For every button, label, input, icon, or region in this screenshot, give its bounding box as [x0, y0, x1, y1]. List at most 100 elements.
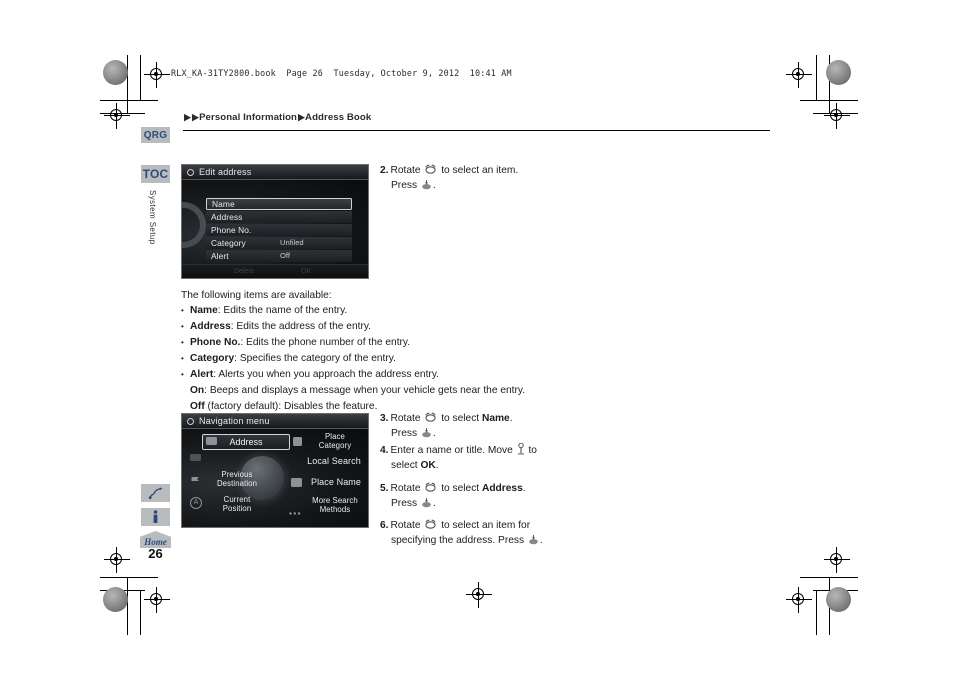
rotate-knob-icon [424, 482, 437, 493]
gear-icon [187, 168, 194, 176]
current-position-icon: A [190, 497, 202, 509]
bullet-term-address: Address [190, 321, 231, 332]
step-5-line2-post: . [432, 498, 436, 509]
step-2-number: 2. [380, 165, 389, 176]
color-dot-top-right [826, 60, 851, 85]
step-3-line1-pre: Rotate [390, 413, 424, 424]
step-6-line2-post: . [539, 535, 543, 546]
nav-item-current-position[interactable]: Current Position [206, 495, 268, 513]
edit-address-body: Name Address Phone No. Category Unfiled … [182, 180, 368, 278]
step-5-target: Address [481, 483, 523, 494]
registration-mark-bottom-right-outer [786, 587, 812, 613]
list-item: Alert: Alerts you when you approach the … [181, 367, 541, 415]
step-3-line2-pre: Press [391, 428, 420, 439]
step-3-target: Name [481, 413, 510, 424]
step-4-line2-pre: select [391, 460, 421, 471]
delete-button[interactable]: Delete [234, 268, 254, 275]
step-2-line2-post: . [432, 180, 436, 191]
info-icon[interactable] [141, 508, 170, 526]
step-5-line2-pre: Press [391, 498, 420, 509]
previous-destination-icon [190, 473, 202, 485]
edit-row-alert-label: Alert [211, 250, 229, 261]
bullet-term-category: Category [190, 353, 235, 364]
step-3-line1-post: . [509, 413, 513, 424]
edit-address-footer: Delete OK [182, 264, 368, 278]
edit-row-address[interactable]: Address [206, 211, 352, 223]
bullet-rest-category: : Specifies the category of the entry. [234, 353, 396, 364]
registration-mark-bottom-right [824, 547, 850, 573]
step-5-number: 5. [380, 483, 389, 494]
press-knob-icon [421, 497, 432, 508]
step-3-line1-mid: to select [438, 413, 482, 424]
registration-mark-top-right-outer [824, 103, 850, 129]
page-number: 26 [148, 546, 163, 561]
screenshot-navigation-menu: Navigation menu Address Place Category L… [181, 413, 369, 528]
edit-row-name[interactable]: Name [206, 198, 352, 210]
edit-row-phone[interactable]: Phone No. [206, 224, 352, 236]
step-4-target: OK [420, 460, 436, 471]
step-5-line1-pre: Rotate [390, 483, 424, 494]
nav-item-place-name[interactable]: Place Name [305, 477, 367, 487]
header-rule [183, 130, 770, 132]
local-search-icon [190, 454, 201, 461]
tab-qrg[interactable]: QRG [141, 127, 170, 143]
step-5: 5. Rotate to select Address. Press . [380, 481, 580, 511]
edit-row-category[interactable]: Category Unfiled [206, 237, 352, 249]
rotate-knob-icon [424, 519, 437, 530]
crop-line-top-left-h2 [100, 113, 145, 115]
intro-text: The following items are available: [181, 290, 332, 301]
bullet-term-name: Name [190, 305, 218, 316]
list-item: Phone No.: Edits the phone number of the… [181, 335, 541, 351]
bullet-term-phone: Phone No. [190, 337, 241, 348]
alert-off-rest: (factory default): Disables the feature. [204, 401, 378, 412]
step-2-line2-pre: Press [391, 180, 420, 191]
edit-row-name-label: Name [212, 198, 235, 209]
breadcrumb: ▶▶Personal Information▶Address Book [183, 112, 372, 123]
step-6-line1-pre: Rotate [390, 520, 424, 531]
edit-row-alert[interactable]: Alert Off [206, 250, 352, 262]
tab-toc[interactable]: TOC [141, 165, 170, 183]
list-item: Address: Edits the address of the entry. [181, 319, 541, 335]
bullet-rest-address: : Edits the address of the entry. [230, 321, 372, 332]
screenshot-edit-address: Edit address Name Address Phone No. Cate… [181, 164, 369, 279]
press-knob-icon [421, 427, 432, 438]
bullet-rest-alert: : Alerts you when you approach the addre… [213, 369, 439, 380]
step-5-line1-post: . [522, 483, 526, 494]
alert-on-term: On [190, 385, 205, 396]
address-icon [206, 437, 217, 445]
step-2-line1-pre: Rotate [390, 165, 424, 176]
nav-item-previous-destination[interactable]: Previous Destination [206, 470, 268, 488]
bullet-term-alert: Alert [190, 369, 214, 380]
book-file-stamp: RLX_KA-31TY2800.book Page 26 Tuesday, Oc… [171, 68, 512, 78]
edit-row-category-label: Category [211, 237, 246, 248]
registration-mark-bottom-left-outer [144, 587, 170, 613]
nav-item-address-label: Address [229, 437, 263, 447]
crop-line-bottom-left-v2 [140, 590, 142, 635]
nav-item-place-category[interactable]: Place Category [306, 432, 364, 450]
press-knob-icon [421, 179, 432, 190]
move-joystick-icon [517, 442, 525, 455]
crop-line-top-right-h2 [813, 113, 858, 115]
crop-line-top-left-h [100, 100, 158, 102]
gear-icon [187, 417, 194, 425]
crop-line-bottom-right-v2 [816, 590, 818, 635]
nav-item-more-search-methods[interactable]: More Search Methods [304, 496, 366, 514]
registration-mark-bottom-left [104, 547, 130, 573]
route-icon[interactable] [141, 484, 170, 502]
edit-row-address-label: Address [211, 211, 243, 222]
press-knob-icon [528, 534, 539, 545]
step-5-line1-mid: to select [438, 483, 482, 494]
edit-row-category-value: Unfiled [280, 238, 304, 248]
bullet-rest-name: : Edits the name of the entry. [217, 305, 348, 316]
ok-button[interactable]: OK [301, 268, 311, 275]
navigation-menu-title-bar: Navigation menu [182, 414, 368, 429]
breadcrumb-arrow-2: ▶ [191, 112, 199, 122]
rotate-knob-icon [424, 164, 437, 175]
list-item: Name: Edits the name of the entry. [181, 303, 541, 319]
registration-mark-bottom-center [466, 582, 492, 608]
step-4-line2-post: . [435, 460, 439, 471]
step-4-number: 4. [380, 445, 389, 456]
more-methods-icon [289, 502, 301, 515]
registration-mark-top-right [786, 62, 812, 88]
nav-item-local-search[interactable]: Local Search [301, 456, 367, 466]
